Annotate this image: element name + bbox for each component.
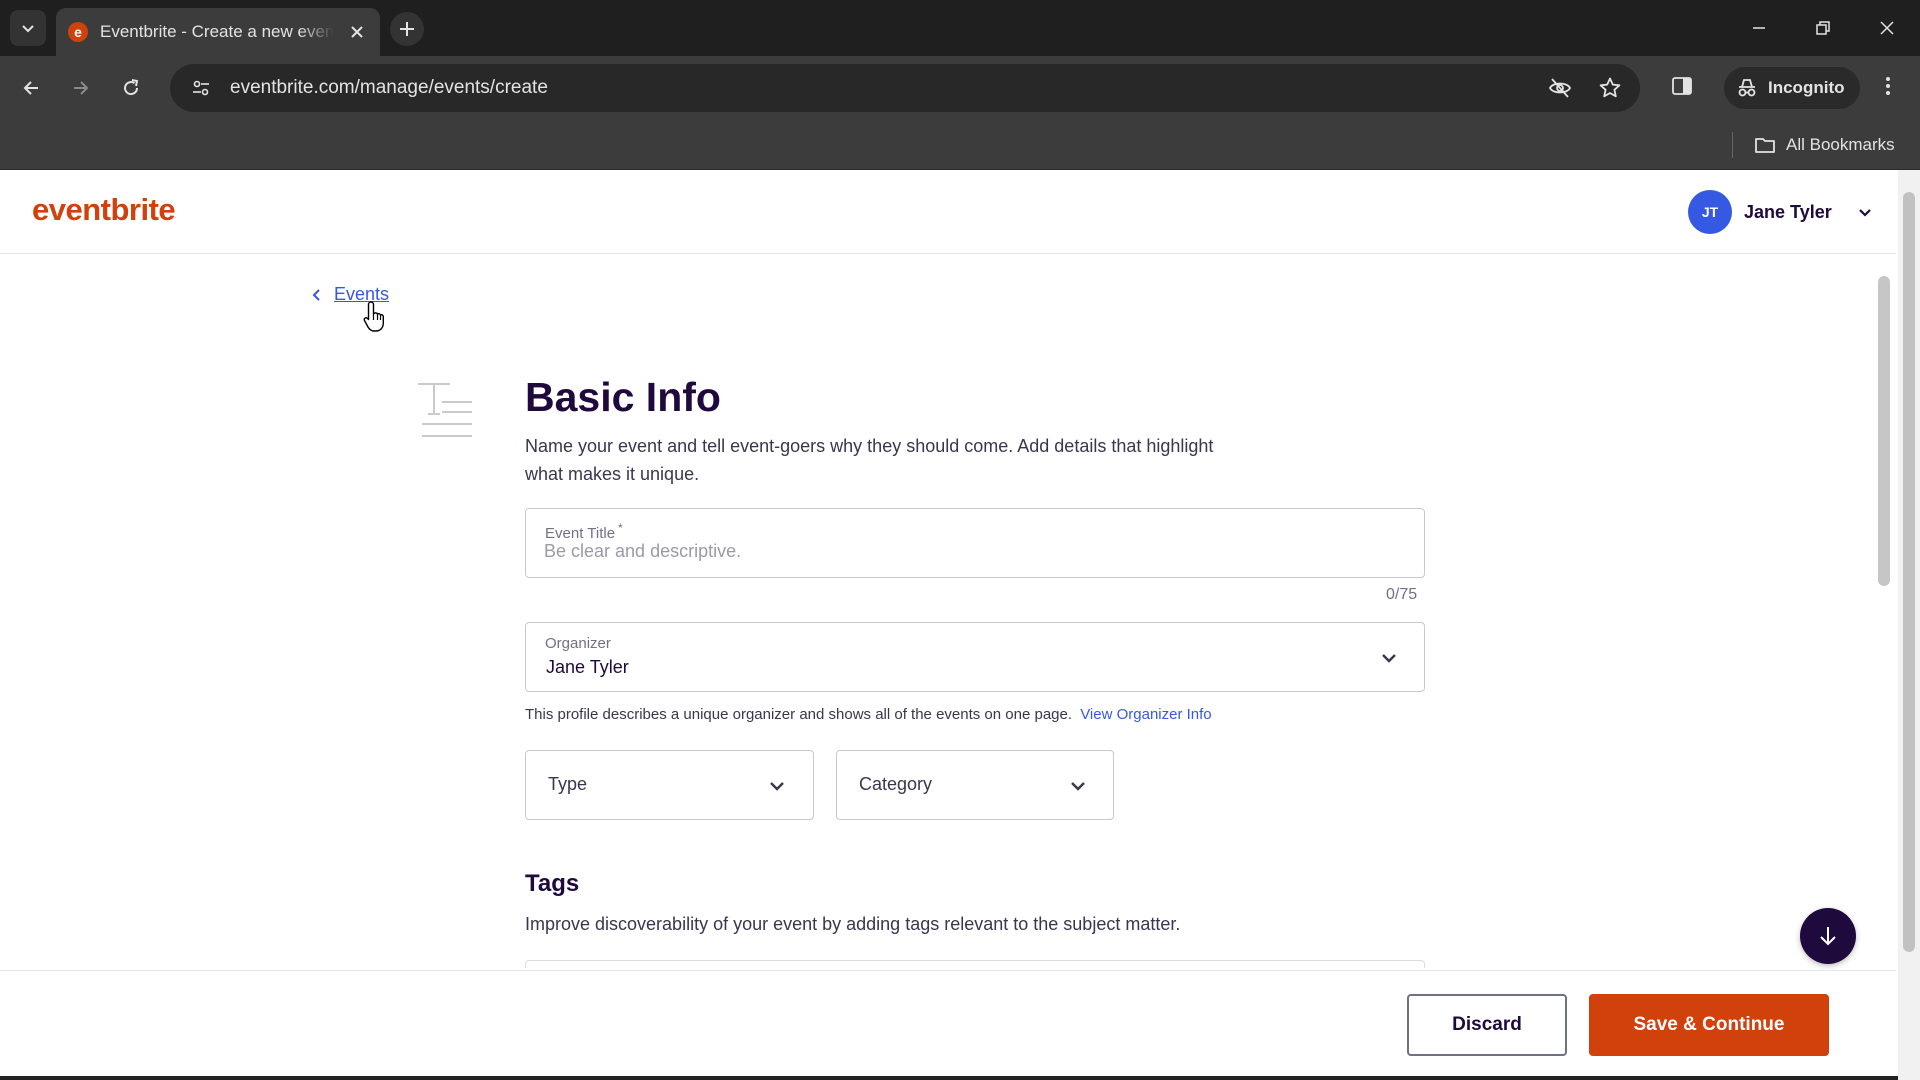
content-scrollbar[interactable] [1874, 260, 1894, 960]
arrow-left-icon [23, 81, 38, 95]
type-select-label: Type [548, 774, 588, 794]
folder-icon [1755, 138, 1775, 153]
text-section-icon [418, 383, 472, 437]
address-bar[interactable]: eventbrite.com/manage/events/create [170, 64, 1640, 112]
plus-icon [400, 22, 414, 36]
save-and-continue-button[interactable]: Save & Continue [1589, 994, 1829, 1056]
url-text[interactable]: eventbrite.com/manage/events/create [230, 77, 548, 99]
bookmarks-bar: All Bookmarks [0, 120, 1920, 170]
event-title-input[interactable] [544, 541, 1404, 562]
minimize-window-button[interactable] [1736, 8, 1782, 48]
organizer-select[interactable]: Organizer Jane Tyler [525, 622, 1425, 692]
side-panel-icon [1672, 77, 1692, 95]
restore-window-button[interactable] [1800, 8, 1846, 48]
minimize-icon [1753, 27, 1765, 29]
chevron-left-icon [312, 288, 320, 301]
view-organizer-info-link[interactable]: View Organizer Info [1080, 706, 1211, 723]
browser-menu-button[interactable] [1876, 74, 1900, 103]
all-bookmarks-button[interactable]: All Bookmarks [1754, 130, 1895, 160]
event-title-label-text: Event Title [545, 525, 616, 542]
chevron-down-icon [22, 25, 34, 33]
event-title-char-counter: 0/75 [1386, 586, 1418, 603]
reload-button[interactable] [112, 69, 150, 107]
required-marker: * [618, 521, 623, 535]
organizer-help-text: This profile describes a unique organize… [525, 706, 1212, 723]
restore-icon [1816, 21, 1830, 35]
tab-title: Eventbrite - Create a new event [100, 22, 334, 41]
organizer-label: Organizer [545, 635, 611, 652]
chevron-down-icon [1071, 782, 1085, 791]
new-tab-button[interactable] [390, 12, 424, 46]
category-select-label: Category [859, 774, 933, 794]
user-name: Jane Tyler [1744, 201, 1832, 222]
event-title-field[interactable]: Event Title * [525, 508, 1425, 578]
incognito-icon [1738, 79, 1756, 97]
page-scrollbar-thumb[interactable] [1903, 192, 1915, 952]
avatar: JT [1688, 190, 1732, 234]
close-icon [351, 26, 363, 38]
forward-button[interactable] [62, 69, 100, 107]
taskbar-edge [0, 1076, 1898, 1080]
type-select[interactable]: Type [525, 750, 814, 820]
chevron-down-icon [770, 782, 784, 791]
eventbrite-logo[interactable]: eventbrite [32, 192, 176, 228]
reload-icon [124, 79, 139, 96]
chevron-down-icon [1858, 209, 1871, 217]
incognito-badge[interactable]: Incognito [1724, 67, 1861, 109]
bookmarks-separator [1732, 132, 1733, 158]
site-header: eventbrite JT Jane Tyler [0, 170, 1896, 254]
arrow-down-icon [1820, 927, 1836, 946]
organizer-help-label: This profile describes a unique organize… [525, 706, 1073, 723]
bookmark-star-icon[interactable] [1598, 76, 1622, 100]
browser-tab-strip: e Eventbrite - Create a new event [0, 0, 1920, 56]
incognito-label: Incognito [1768, 78, 1845, 97]
discard-button[interactable]: Discard [1407, 994, 1567, 1056]
browser-toolbar: eventbrite.com/manage/events/create Inco… [0, 56, 1920, 120]
scroll-down-button[interactable] [1800, 908, 1856, 964]
page-content: eventbrite JT Jane Tyler Events Basic In… [0, 170, 1920, 1080]
tune-icon [193, 80, 209, 96]
tab-search-button[interactable] [10, 10, 46, 46]
tags-input[interactable] [525, 960, 1425, 968]
arrow-right-icon [74, 81, 89, 95]
form-action-bar: Discard Save & Continue [0, 970, 1896, 1080]
side-panel-button[interactable] [1670, 74, 1694, 103]
chevron-down-icon [1382, 654, 1396, 663]
more-vertical-icon [1886, 77, 1890, 95]
site-info-button[interactable] [188, 75, 214, 101]
page-title: Basic Info [525, 374, 721, 420]
event-title-label: Event Title * [545, 521, 623, 542]
user-menu[interactable]: JT Jane Tyler [1688, 190, 1872, 234]
organizer-value: Jane Tyler [546, 657, 629, 677]
tab-close-button[interactable] [346, 21, 368, 43]
page-scrollbar[interactable] [1898, 170, 1920, 1080]
tags-description: Improve discoverability of your event by… [525, 914, 1181, 934]
category-select[interactable]: Category [836, 750, 1114, 820]
eye-off-icon[interactable] [1548, 76, 1572, 100]
browser-tab-active[interactable]: e Eventbrite - Create a new event [56, 8, 380, 56]
hand-pointer-cursor-icon [363, 301, 384, 332]
close-window-button[interactable] [1864, 8, 1910, 48]
all-bookmarks-label: All Bookmarks [1786, 135, 1895, 154]
page-description: Name your event and tell event-goers why… [525, 436, 1214, 484]
tags-section-title: Tags [525, 870, 580, 897]
close-icon [1880, 21, 1894, 35]
content-scrollbar-thumb[interactable] [1878, 276, 1890, 586]
back-button[interactable] [12, 69, 50, 107]
eventbrite-favicon-icon: e [68, 22, 88, 42]
